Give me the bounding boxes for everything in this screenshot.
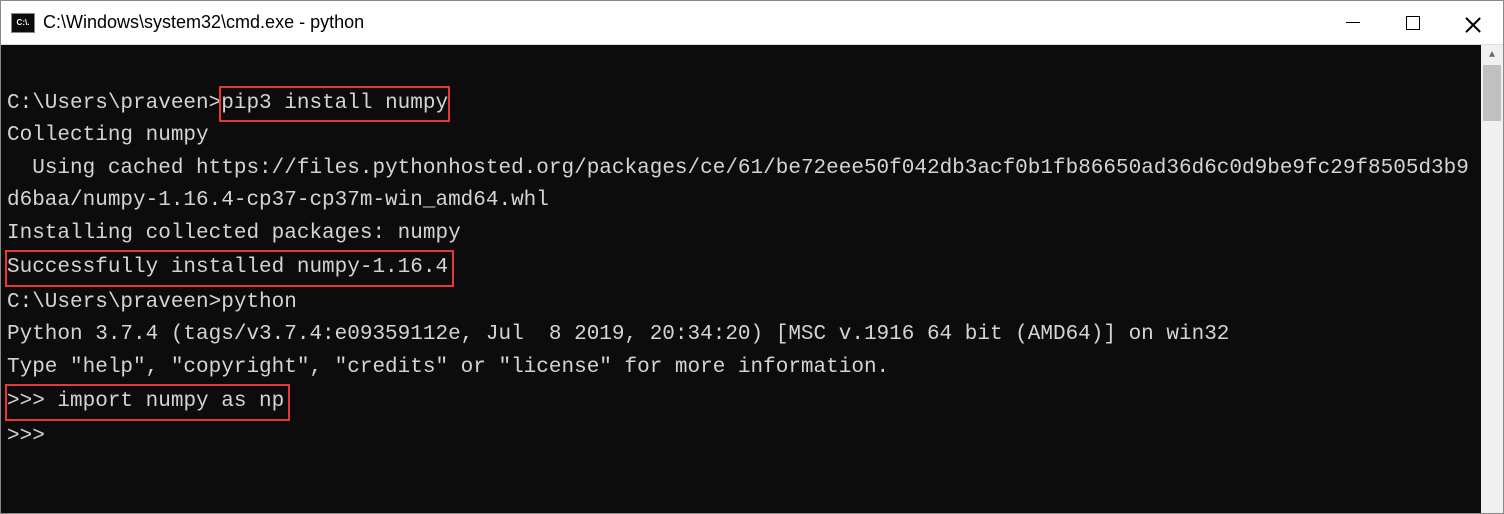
scroll-thumb[interactable] <box>1483 65 1501 121</box>
prompt: >>> <box>7 390 57 413</box>
terminal-line: Collecting numpy <box>7 120 1475 153</box>
prompt: C:\Users\praveen> <box>7 291 221 314</box>
title-bar[interactable]: C:\. C:\Windows\system32\cmd.exe - pytho… <box>1 1 1503 45</box>
window-title: C:\Windows\system32\cmd.exe - python <box>43 12 1323 33</box>
cmd-icon: C:\. <box>11 13 35 33</box>
command: python <box>221 291 297 314</box>
cmd-window: C:\. C:\Windows\system32\cmd.exe - pytho… <box>0 0 1504 514</box>
highlight-box: pip3 install numpy <box>219 86 450 123</box>
maximize-button[interactable] <box>1383 1 1443 44</box>
terminal-line: >>> import numpy as np <box>7 384 1475 421</box>
scrollbar[interactable]: ▲ <box>1481 45 1503 513</box>
highlight-box: >>> import numpy as np <box>5 384 290 421</box>
prompt: C:\Users\praveen> <box>7 92 221 115</box>
highlight-box: Successfully installed numpy-1.16.4 <box>5 250 454 287</box>
terminal-line: >>> <box>7 421 1475 454</box>
close-button[interactable] <box>1443 1 1503 44</box>
command: pip3 install numpy <box>221 92 448 115</box>
command: import numpy as np <box>57 390 284 413</box>
output: Successfully installed numpy-1.16.4 <box>7 256 448 279</box>
terminal-line: C:\Users\praveen>python <box>7 287 1475 320</box>
terminal-line: Installing collected packages: numpy <box>7 218 1475 251</box>
terminal-line: C:\Users\praveen>pip3 install numpy <box>7 88 1475 121</box>
terminal-line: Type "help", "copyright", "credits" or "… <box>7 352 1475 385</box>
terminal-output[interactable]: C:\Users\praveen>pip3 install numpyColle… <box>1 45 1481 513</box>
terminal-line: Using cached https://files.pythonhosted.… <box>7 153 1475 218</box>
minimize-button[interactable] <box>1323 1 1383 44</box>
scroll-up-icon[interactable]: ▲ <box>1481 45 1503 65</box>
terminal-line: Python 3.7.4 (tags/v3.7.4:e09359112e, Ju… <box>7 319 1475 352</box>
terminal-line: Successfully installed numpy-1.16.4 <box>7 250 1475 287</box>
window-controls <box>1323 1 1503 44</box>
terminal-area: C:\Users\praveen>pip3 install numpyColle… <box>1 45 1503 513</box>
